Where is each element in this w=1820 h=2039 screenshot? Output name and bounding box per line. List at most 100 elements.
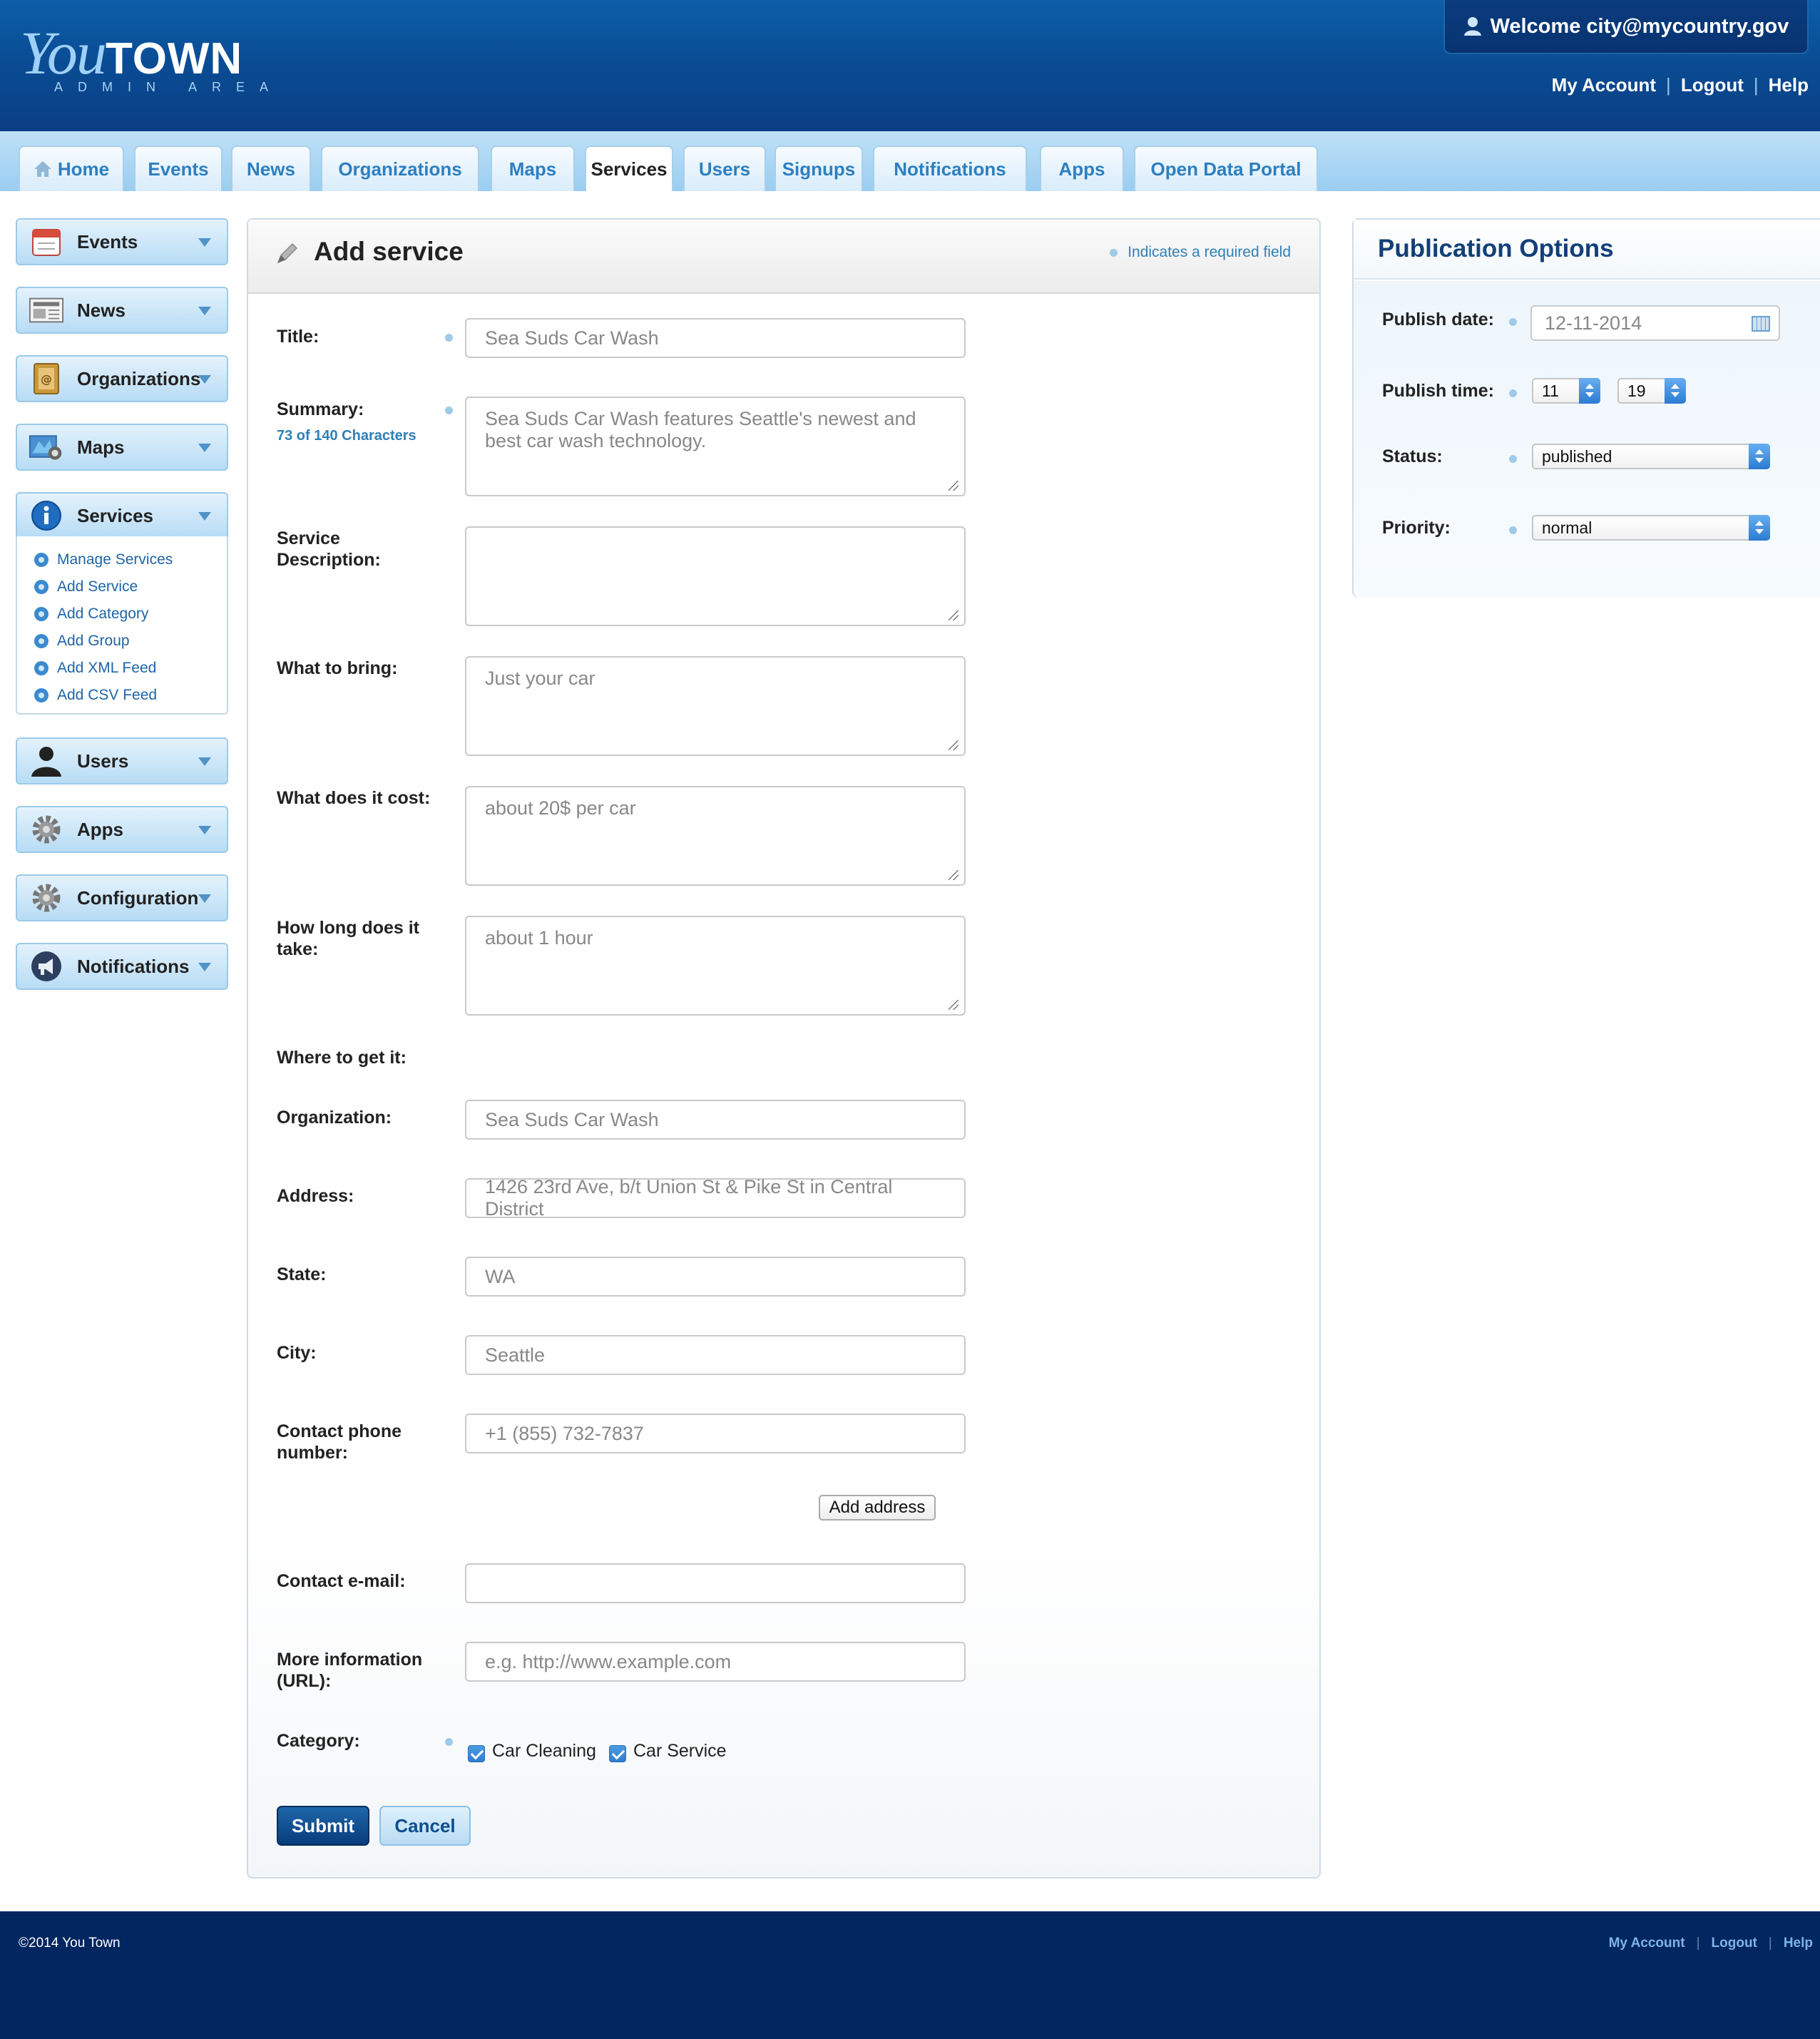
summary-textarea[interactable]: Sea Suds Car Wash features Seattle's new…: [465, 397, 966, 496]
chevron-down-icon: [198, 963, 211, 971]
priority-select[interactable]: normal: [1532, 515, 1770, 541]
page-title: Add service: [314, 237, 464, 266]
resize-handle-icon[interactable]: [949, 481, 958, 491]
sidebar-item-notifications[interactable]: Notifications: [16, 943, 228, 990]
submenu-add-service[interactable]: Add Service: [17, 573, 227, 601]
calendar-icon[interactable]: [1752, 316, 1770, 332]
footer: ©2014 You Town My Account | Logout | Hel…: [0, 1911, 1820, 2039]
publish-date-input[interactable]: 12-11-2014: [1530, 305, 1780, 341]
sidebar-item-services[interactable]: Services: [16, 492, 228, 539]
tab-label: Events: [148, 158, 209, 180]
footer-logout-link[interactable]: Logout: [1712, 1936, 1757, 1951]
chevron-down-icon: [198, 238, 211, 247]
resize-handle-icon[interactable]: [949, 1000, 958, 1010]
tab-news[interactable]: News: [231, 145, 311, 191]
resize-handle-icon[interactable]: [949, 870, 958, 880]
car-service-label[interactable]: Car Service: [633, 1741, 727, 1762]
my-account-link[interactable]: My Account: [1552, 74, 1656, 96]
add-address-button[interactable]: Add address: [819, 1495, 936, 1521]
sidebar-item-organizations[interactable]: @ Organizations: [16, 355, 228, 402]
help-link[interactable]: Help: [1769, 74, 1809, 96]
sidebar-item-configuration[interactable]: Configuration: [16, 874, 228, 921]
submenu-add-category[interactable]: Add Category: [17, 601, 227, 628]
state-input[interactable]: WA: [465, 1257, 966, 1297]
description-textarea[interactable]: [465, 526, 966, 626]
sidebar-item-users[interactable]: Users: [16, 737, 228, 785]
submenu-add-xml-feed[interactable]: Add XML Feed: [17, 655, 227, 682]
tab-users[interactable]: Users: [683, 145, 766, 191]
tab-apps[interactable]: Apps: [1040, 145, 1124, 191]
tab-notifications[interactable]: Notifications: [873, 145, 1027, 191]
url-input[interactable]: e.g. http://www.example.com: [465, 1642, 966, 1682]
submenu-manage-services[interactable]: Manage Services: [17, 546, 227, 573]
tab-home[interactable]: Home: [19, 145, 124, 191]
phone-input[interactable]: +1 (855) 732-7837: [465, 1414, 966, 1453]
stepper-arrows-icon: [1749, 515, 1770, 541]
tab-services[interactable]: Services: [585, 145, 673, 191]
priority-label: Priority:: [1382, 518, 1451, 538]
url-label: More information (URL):: [277, 1649, 422, 1692]
publish-minute-select[interactable]: 19: [1617, 378, 1686, 404]
resize-handle-icon[interactable]: [949, 610, 958, 620]
bullet-icon: [34, 661, 48, 675]
city-label: City:: [277, 1343, 317, 1363]
home-icon: [34, 161, 51, 177]
submenu-add-csv-feed[interactable]: Add CSV Feed: [17, 682, 227, 709]
sidebar-label: Apps: [77, 818, 123, 840]
phone-label-line-1: Contact phone: [277, 1421, 402, 1441]
publication-title: Publication Options: [1354, 220, 1820, 280]
bring-text: Just your car: [485, 668, 595, 689]
resize-handle-icon[interactable]: [949, 740, 958, 750]
footer-my-account-link[interactable]: My Account: [1609, 1936, 1685, 1951]
cost-label: What does it cost:: [277, 788, 431, 808]
required-dot-icon: [1110, 248, 1118, 257]
car-service-checkbox[interactable]: [609, 1745, 626, 1762]
bring-label: What to bring:: [277, 658, 398, 678]
logout-link[interactable]: Logout: [1681, 74, 1744, 96]
city-input[interactable]: Seattle: [465, 1335, 966, 1375]
description-label-line-1: Service: [277, 528, 340, 548]
separator: |: [1696, 1936, 1700, 1951]
sidebar-label: News: [77, 299, 126, 321]
required-note-text: Indicates a required field: [1128, 244, 1291, 260]
cancel-button[interactable]: Cancel: [379, 1806, 471, 1846]
tab-open-data-portal[interactable]: Open Data Portal: [1134, 145, 1318, 191]
tab-maps[interactable]: Maps: [491, 145, 575, 191]
organization-input[interactable]: Sea Suds Car Wash: [465, 1100, 966, 1140]
submit-button[interactable]: Submit: [277, 1806, 369, 1846]
cost-textarea[interactable]: about 20$ per car: [465, 786, 966, 886]
sidebar-item-events[interactable]: Events: [16, 218, 228, 265]
car-cleaning-checkbox[interactable]: [468, 1745, 485, 1762]
footer-help-link[interactable]: Help: [1784, 1936, 1813, 1951]
bullet-icon: [34, 634, 48, 648]
publish-hour-select[interactable]: 11: [1532, 378, 1600, 404]
separator: |: [1753, 74, 1759, 96]
required-dot-icon: [1509, 318, 1517, 326]
sidebar-label: Notifications: [77, 955, 190, 977]
megaphone-icon: [29, 950, 64, 983]
tab-organizations[interactable]: Organizations: [321, 145, 479, 191]
tab-signups[interactable]: Signups: [774, 145, 863, 191]
bring-textarea[interactable]: Just your car: [465, 656, 966, 756]
car-cleaning-label[interactable]: Car Cleaning: [492, 1741, 596, 1762]
map-icon: [29, 431, 64, 464]
duration-textarea[interactable]: about 1 hour: [465, 916, 966, 1016]
sidebar-item-apps[interactable]: Apps: [16, 806, 228, 853]
sidebar-item-maps[interactable]: Maps: [16, 424, 228, 471]
required-dot-icon: [1509, 389, 1517, 397]
submenu-add-group[interactable]: Add Group: [17, 628, 227, 655]
youtown-logo[interactable]: YouTOWN ADMIN AREA: [20, 17, 268, 94]
welcome-text: Welcome city@mycountry.gov: [1490, 14, 1789, 38]
email-input[interactable]: [465, 1563, 966, 1603]
title-input[interactable]: Sea Suds Car Wash: [465, 318, 966, 358]
tab-events[interactable]: Events: [134, 145, 223, 191]
address-input[interactable]: 1426 23rd Ave, b/t Union St & Pike St in…: [465, 1176, 966, 1220]
duration-label-line-2: take:: [277, 939, 319, 959]
gear-icon: [29, 813, 64, 846]
duration-label: How long does it take:: [277, 917, 419, 960]
logo-subtitle: ADMIN AREA: [54, 80, 284, 94]
chevron-down-icon: [198, 757, 211, 766]
sidebar-item-news[interactable]: News: [16, 287, 228, 334]
status-select[interactable]: published: [1532, 444, 1770, 469]
email-label: Contact e-mail:: [277, 1571, 406, 1591]
